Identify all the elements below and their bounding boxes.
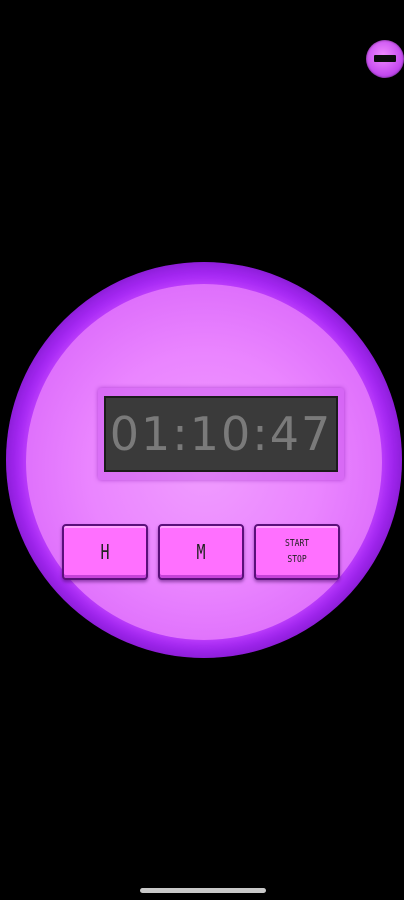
start-stop-button[interactable]: START STOP	[254, 524, 340, 580]
stop-label: STOP	[287, 554, 307, 565]
hours-button-label: H	[100, 540, 110, 564]
minutes-button-label: M	[196, 540, 206, 564]
hours-button[interactable]: H	[62, 524, 148, 580]
start-label: START	[284, 538, 310, 549]
minimize-button[interactable]	[366, 40, 404, 78]
timer-face: 01:10:47 H M START STOP	[26, 284, 382, 640]
minus-icon	[374, 55, 396, 62]
display-frame: 01:10:47	[98, 388, 344, 480]
time-readout: 01:10:47	[109, 407, 333, 461]
home-indicator[interactable]	[140, 888, 266, 893]
start-stop-label: START STOP	[285, 536, 309, 568]
timer-widget: 01:10:47 H M START STOP	[6, 262, 402, 658]
lcd-display: 01:10:47	[104, 396, 338, 472]
control-buttons: H M START STOP	[62, 524, 344, 584]
minutes-button[interactable]: M	[158, 524, 244, 580]
